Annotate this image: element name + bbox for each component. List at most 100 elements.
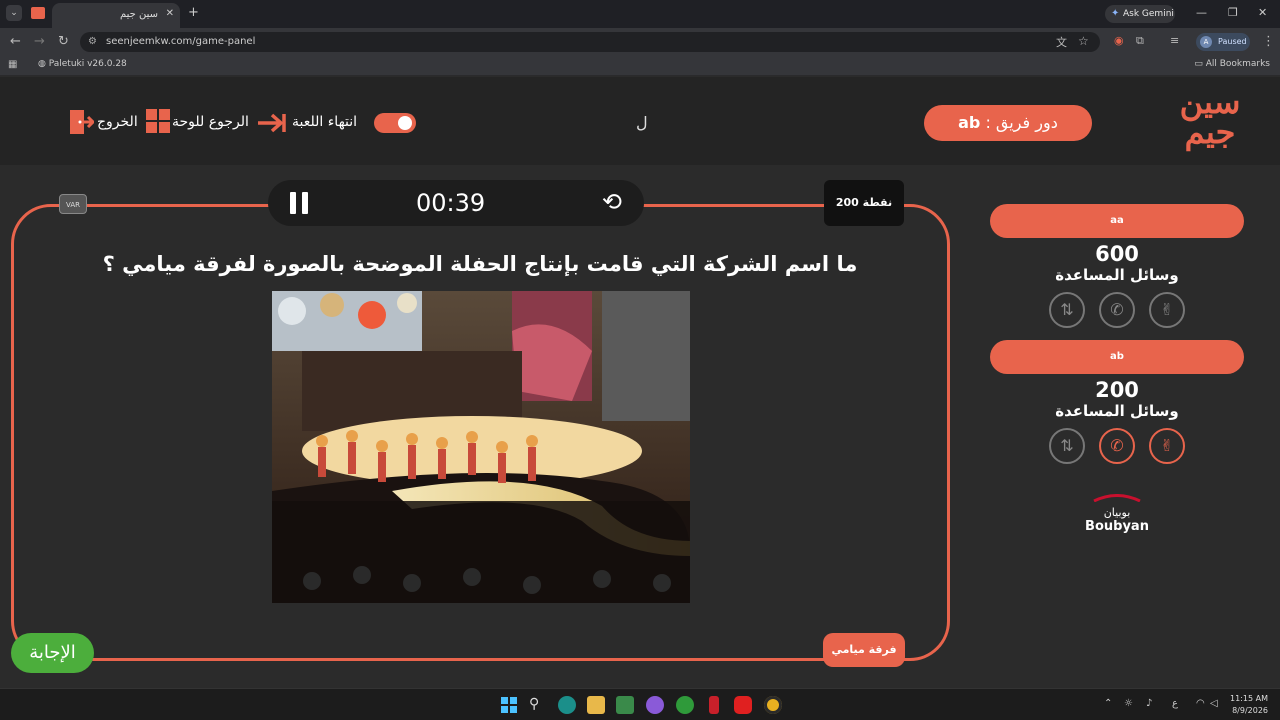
all-bookmarks-label: All Bookmarks	[1205, 59, 1270, 69]
game-panel: سين جيم دور فريق : ab ل انتهاء اللعبة ال…	[0, 77, 1280, 688]
bookmarks-bar: ▦ ◍ Paletuki v26.0.28 ▭ All Bookmarks	[0, 56, 1280, 76]
tab-title: سين جيم	[119, 9, 158, 20]
lifelines-row: ⇅ ✆ ✌	[990, 428, 1244, 464]
answer-button[interactable]: الإجابة	[11, 633, 94, 673]
windows-start-icon[interactable]	[500, 696, 518, 714]
discord-icon[interactable]	[646, 696, 664, 714]
sponsor-arabic: بوبيان	[1103, 506, 1131, 519]
microphone-icon[interactable]: ♪	[1146, 698, 1152, 709]
reload-icon[interactable]: ↻	[58, 34, 69, 49]
team-turn-label: دور فريق :	[985, 113, 1058, 132]
minimize-icon[interactable]: —	[1196, 6, 1207, 19]
edge-icon[interactable]	[558, 696, 576, 714]
back-to-board-link[interactable]: الرجوع للوحة	[172, 114, 249, 130]
tab-close-icon[interactable]: ✕	[166, 8, 174, 19]
phone-icon[interactable]: ✆	[1099, 292, 1135, 328]
profile-status: Paused	[1218, 37, 1247, 46]
game-header: سين جيم دور فريق : ab ل انتهاء اللعبة ال…	[0, 77, 1280, 165]
site-info-icon[interactable]: ⚙	[88, 32, 97, 52]
extension-icon[interactable]: ◉	[1114, 34, 1124, 47]
team-panel-aa: aa 600 وسائل المساعدة ⇅ ✆ ✌	[990, 204, 1244, 328]
phone-icon[interactable]: ✆	[1099, 428, 1135, 464]
var-icon[interactable]: VAR	[59, 194, 87, 214]
translate-icon[interactable]: 文	[1056, 34, 1067, 50]
logo-line2: جيم	[1184, 113, 1236, 151]
app-icon[interactable]	[709, 696, 719, 714]
reset-timer-icon[interactable]: ⟲	[602, 189, 622, 215]
all-bookmarks[interactable]: ▭ All Bookmarks	[1194, 59, 1270, 69]
tray-chevron-icon[interactable]: ⌃	[1104, 698, 1112, 709]
exit-link[interactable]: الخروج	[97, 114, 138, 130]
ask-gemini-button[interactable]: ✦ Ask Gemini	[1105, 5, 1175, 23]
team-panel-ab: ab 200 وسائل المساعدة ⇅ ✆ ✌	[990, 340, 1244, 464]
team-name: aa	[990, 204, 1244, 238]
pause-icon[interactable]	[290, 192, 310, 214]
store-icon[interactable]	[616, 696, 634, 714]
search-icon[interactable]: ⚲	[529, 696, 547, 714]
team-score: 200	[1095, 378, 1139, 402]
site-favicon-icon	[31, 7, 45, 19]
team-turn-badge: دور فريق : ab	[924, 105, 1092, 141]
double-arrow-icon[interactable]: ⇅	[1049, 292, 1085, 328]
timer-bar: 00:39 ⟲	[268, 180, 644, 226]
team-turn-value: ab	[958, 113, 981, 132]
points-badge: 200 نقطة	[824, 180, 904, 226]
apps-grid-icon[interactable]: ▦	[8, 59, 17, 70]
volume-icon[interactable]: ◁	[1210, 698, 1218, 709]
language-indicator[interactable]: ع	[1172, 698, 1178, 709]
xbox-icon[interactable]	[676, 696, 694, 714]
url-text: seenjeemkw.com/game-panel	[106, 36, 256, 47]
active-tab[interactable]: سين جيم ✕	[52, 3, 180, 28]
tab-search-button[interactable]: ⌄	[6, 5, 22, 21]
ask-gemini-label: Ask Gemini	[1123, 9, 1174, 19]
timer-display: 00:39	[416, 189, 486, 217]
sponsor-arc-icon	[1093, 494, 1141, 503]
gemini-spark-icon: ✦	[1111, 8, 1120, 19]
exit-door-icon[interactable]	[68, 109, 94, 135]
taskbar-clock[interactable]: 11:15 AM 8/9/2026	[1230, 693, 1268, 717]
wifi-icon[interactable]: ◠	[1196, 698, 1205, 709]
toggle-knob	[398, 116, 412, 130]
browser-menu-icon[interactable]: ⋮	[1262, 34, 1275, 49]
peace-hand-icon[interactable]: ✌	[1149, 428, 1185, 464]
profile-button[interactable]: A Paused	[1196, 33, 1250, 51]
new-tab-button[interactable]: +	[188, 5, 199, 20]
arrow-right-icon[interactable]	[256, 111, 286, 135]
sponsor-logo: بوبيان Boubyan	[1080, 487, 1154, 534]
current-letter: ل	[636, 113, 648, 132]
question-text: ما اسم الشركة التي قامت بإنتاج الحفلة ال…	[102, 252, 858, 276]
browser-tab-bar: ⌄ سين جيم ✕ + ✦ Ask Gemini — ❐ ✕	[0, 0, 1280, 28]
back-icon[interactable]: ←	[10, 34, 21, 49]
site-logo[interactable]: سين جيم	[1170, 86, 1250, 157]
restore-icon[interactable]: ❐	[1228, 6, 1238, 19]
lifelines-label: وسائل المساعدة	[1055, 266, 1179, 284]
window-close-icon[interactable]: ✕	[1258, 6, 1267, 19]
forward-icon[interactable]: →	[34, 34, 45, 49]
pinned-tab[interactable]	[28, 4, 48, 22]
sponsor-english: Boubyan	[1085, 519, 1149, 534]
answer-tag[interactable]: فرقة ميامي	[823, 633, 905, 667]
url-input[interactable]: ⚙ seenjeemkw.com/game-panel	[80, 32, 1100, 52]
lifelines-label: وسائل المساعدة	[1055, 402, 1179, 420]
bookmark-paletuki[interactable]: ◍ Paletuki v26.0.28	[38, 59, 127, 69]
brightness-icon[interactable]: ☼	[1124, 698, 1133, 709]
extensions-puzzle-icon[interactable]: ⧉	[1136, 34, 1144, 48]
youtube-icon[interactable]	[734, 696, 752, 714]
reading-list-icon[interactable]: ≡	[1170, 34, 1179, 47]
double-arrow-icon[interactable]: ⇅	[1049, 428, 1085, 464]
clock-date: 8/9/2026	[1232, 706, 1268, 715]
lifelines-row: ⇅ ✆ ✌	[990, 292, 1244, 328]
chrome-icon[interactable]	[764, 696, 782, 714]
avatar: A	[1200, 36, 1212, 48]
team-score: 600	[1095, 242, 1139, 266]
address-bar-row: ← → ↻ ⚙ seenjeemkw.com/game-panel 文 ☆ ◉ …	[0, 28, 1280, 56]
concert-stage-photo	[272, 291, 690, 603]
file-explorer-icon[interactable]	[587, 696, 605, 714]
bookmark-star-icon[interactable]: ☆	[1078, 34, 1089, 48]
windows-taskbar: ⚲ ⌃ ☼ ♪ ع ◠ ◁ 11:15 AM 8/9/2026	[0, 688, 1280, 720]
end-game-link[interactable]: انتهاء اللعبة	[292, 114, 357, 130]
end-game-toggle[interactable]	[374, 113, 416, 133]
question-image	[272, 291, 690, 603]
board-grid-icon[interactable]	[146, 109, 170, 133]
peace-hand-icon[interactable]: ✌	[1149, 292, 1185, 328]
